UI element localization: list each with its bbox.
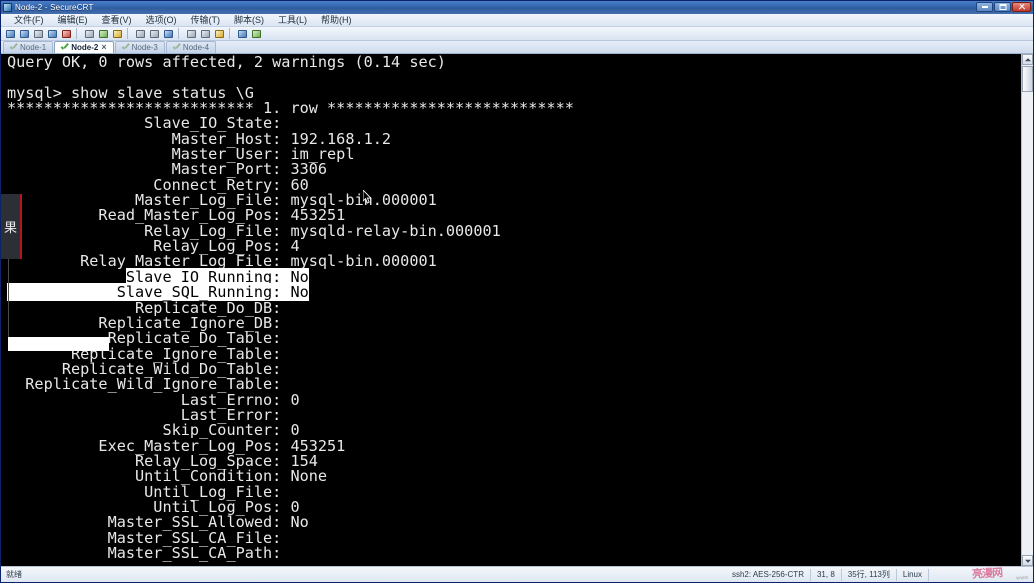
tab-node-2[interactable]: Node-2 × bbox=[54, 41, 114, 53]
status-emulation: Linux bbox=[895, 568, 928, 581]
toolbar-separator bbox=[178, 28, 183, 39]
new-session-icon[interactable] bbox=[4, 28, 17, 40]
quick-connect-icon[interactable] bbox=[18, 28, 31, 40]
menu-bar: 文件(F) 编辑(E) 查看(V) 选项(O) 传输(T) 脚本(S) 工具(L… bbox=[1, 14, 1033, 27]
scroll-down-arrow-icon[interactable] bbox=[1022, 555, 1033, 566]
print-selection-icon[interactable] bbox=[148, 28, 161, 40]
status-ready: 就绪 bbox=[6, 570, 22, 579]
menu-file[interactable]: 文件(F) bbox=[7, 15, 51, 26]
print-icon[interactable] bbox=[134, 28, 147, 40]
overlay-highlight-box bbox=[8, 337, 109, 351]
menu-view[interactable]: 查看(V) bbox=[95, 15, 139, 26]
transfer-icon[interactable] bbox=[185, 28, 198, 40]
tab-node-4[interactable]: Node-4 bbox=[165, 41, 217, 53]
securecrt-window: Node-2 - SecureCRT 文件(F) 编辑(E) 查看(V) 选项(… bbox=[0, 0, 1034, 583]
tab-bar: Node-1 Node-2 × Node-3 Node-4 bbox=[1, 41, 1033, 54]
window-title: Node-2 - SecureCRT bbox=[15, 3, 94, 12]
check-icon bbox=[61, 44, 68, 51]
clone-session-icon[interactable] bbox=[32, 28, 45, 40]
tab-node-1[interactable]: Node-1 bbox=[3, 41, 54, 53]
log-session-icon[interactable] bbox=[162, 28, 175, 40]
menu-tools[interactable]: 工具(L) bbox=[271, 15, 314, 26]
menu-options[interactable]: 选项(O) bbox=[139, 15, 184, 26]
disconnect-icon[interactable] bbox=[60, 28, 73, 40]
paste-icon[interactable] bbox=[97, 28, 110, 40]
scrollbar-thumb[interactable] bbox=[1022, 66, 1033, 92]
menu-transfer[interactable]: 传输(T) bbox=[184, 15, 228, 26]
vertical-scrollbar[interactable] bbox=[1021, 54, 1033, 566]
global-options-icon[interactable] bbox=[213, 28, 226, 40]
title-bar: Node-2 - SecureCRT bbox=[1, 1, 1033, 14]
tab-label: Node-2 bbox=[71, 43, 99, 52]
securecrt-icon bbox=[3, 3, 12, 12]
toolbar-separator bbox=[76, 28, 81, 39]
maximize-button[interactable] bbox=[994, 2, 1011, 12]
terminal-area: Query OK, 0 rows affected, 2 warnings (0… bbox=[1, 54, 1033, 566]
session-options-icon[interactable] bbox=[199, 28, 212, 40]
overlay-label: 果 bbox=[3, 221, 17, 236]
window-controls bbox=[976, 2, 1031, 12]
terminal-line: Query OK, 0 rows affected, 2 warnings (0… bbox=[7, 54, 446, 71]
copy-icon[interactable] bbox=[83, 28, 96, 40]
toolbar bbox=[1, 27, 1033, 41]
tab-label: Node-4 bbox=[182, 43, 210, 52]
overlay-panel[interactable]: 果 bbox=[1, 194, 22, 259]
status-bar: 就绪 ssh2: AES-256-CTR 31, 8 35行, 113列 Lin… bbox=[1, 566, 1033, 582]
check-icon bbox=[10, 44, 17, 51]
status-protocol: ssh2: AES-256-CTR bbox=[731, 570, 804, 579]
tab-label: Node-1 bbox=[20, 43, 47, 52]
menu-help[interactable]: 帮助(H) bbox=[314, 15, 359, 26]
scroll-up-arrow-icon[interactable] bbox=[1022, 54, 1033, 65]
menu-script[interactable]: 脚本(S) bbox=[227, 15, 271, 26]
menu-edit[interactable]: 编辑(E) bbox=[51, 15, 95, 26]
connect-icon[interactable] bbox=[46, 28, 59, 40]
find-icon[interactable] bbox=[111, 28, 124, 40]
toolbar-separator bbox=[229, 28, 234, 39]
check-icon bbox=[173, 44, 180, 51]
close-button[interactable] bbox=[1012, 2, 1031, 12]
check-icon bbox=[122, 44, 129, 51]
terminal-output[interactable]: Query OK, 0 rows affected, 2 warnings (0… bbox=[1, 54, 1021, 566]
status-screen-size: 35行, 113列 bbox=[840, 568, 896, 581]
terminal-line: Master_SSL_CA_Path: bbox=[7, 544, 291, 562]
toolbar-separator bbox=[127, 28, 132, 39]
help-icon[interactable] bbox=[250, 28, 263, 40]
chat-window-icon[interactable] bbox=[236, 28, 249, 40]
status-cursor-position: 31, 8 bbox=[809, 568, 841, 581]
tab-close-icon[interactable]: × bbox=[101, 43, 106, 52]
tab-label: Node-3 bbox=[131, 43, 158, 52]
minimize-button[interactable] bbox=[976, 2, 993, 12]
tab-node-3[interactable]: Node-3 bbox=[114, 41, 165, 53]
overlay-divider bbox=[8, 259, 9, 339]
